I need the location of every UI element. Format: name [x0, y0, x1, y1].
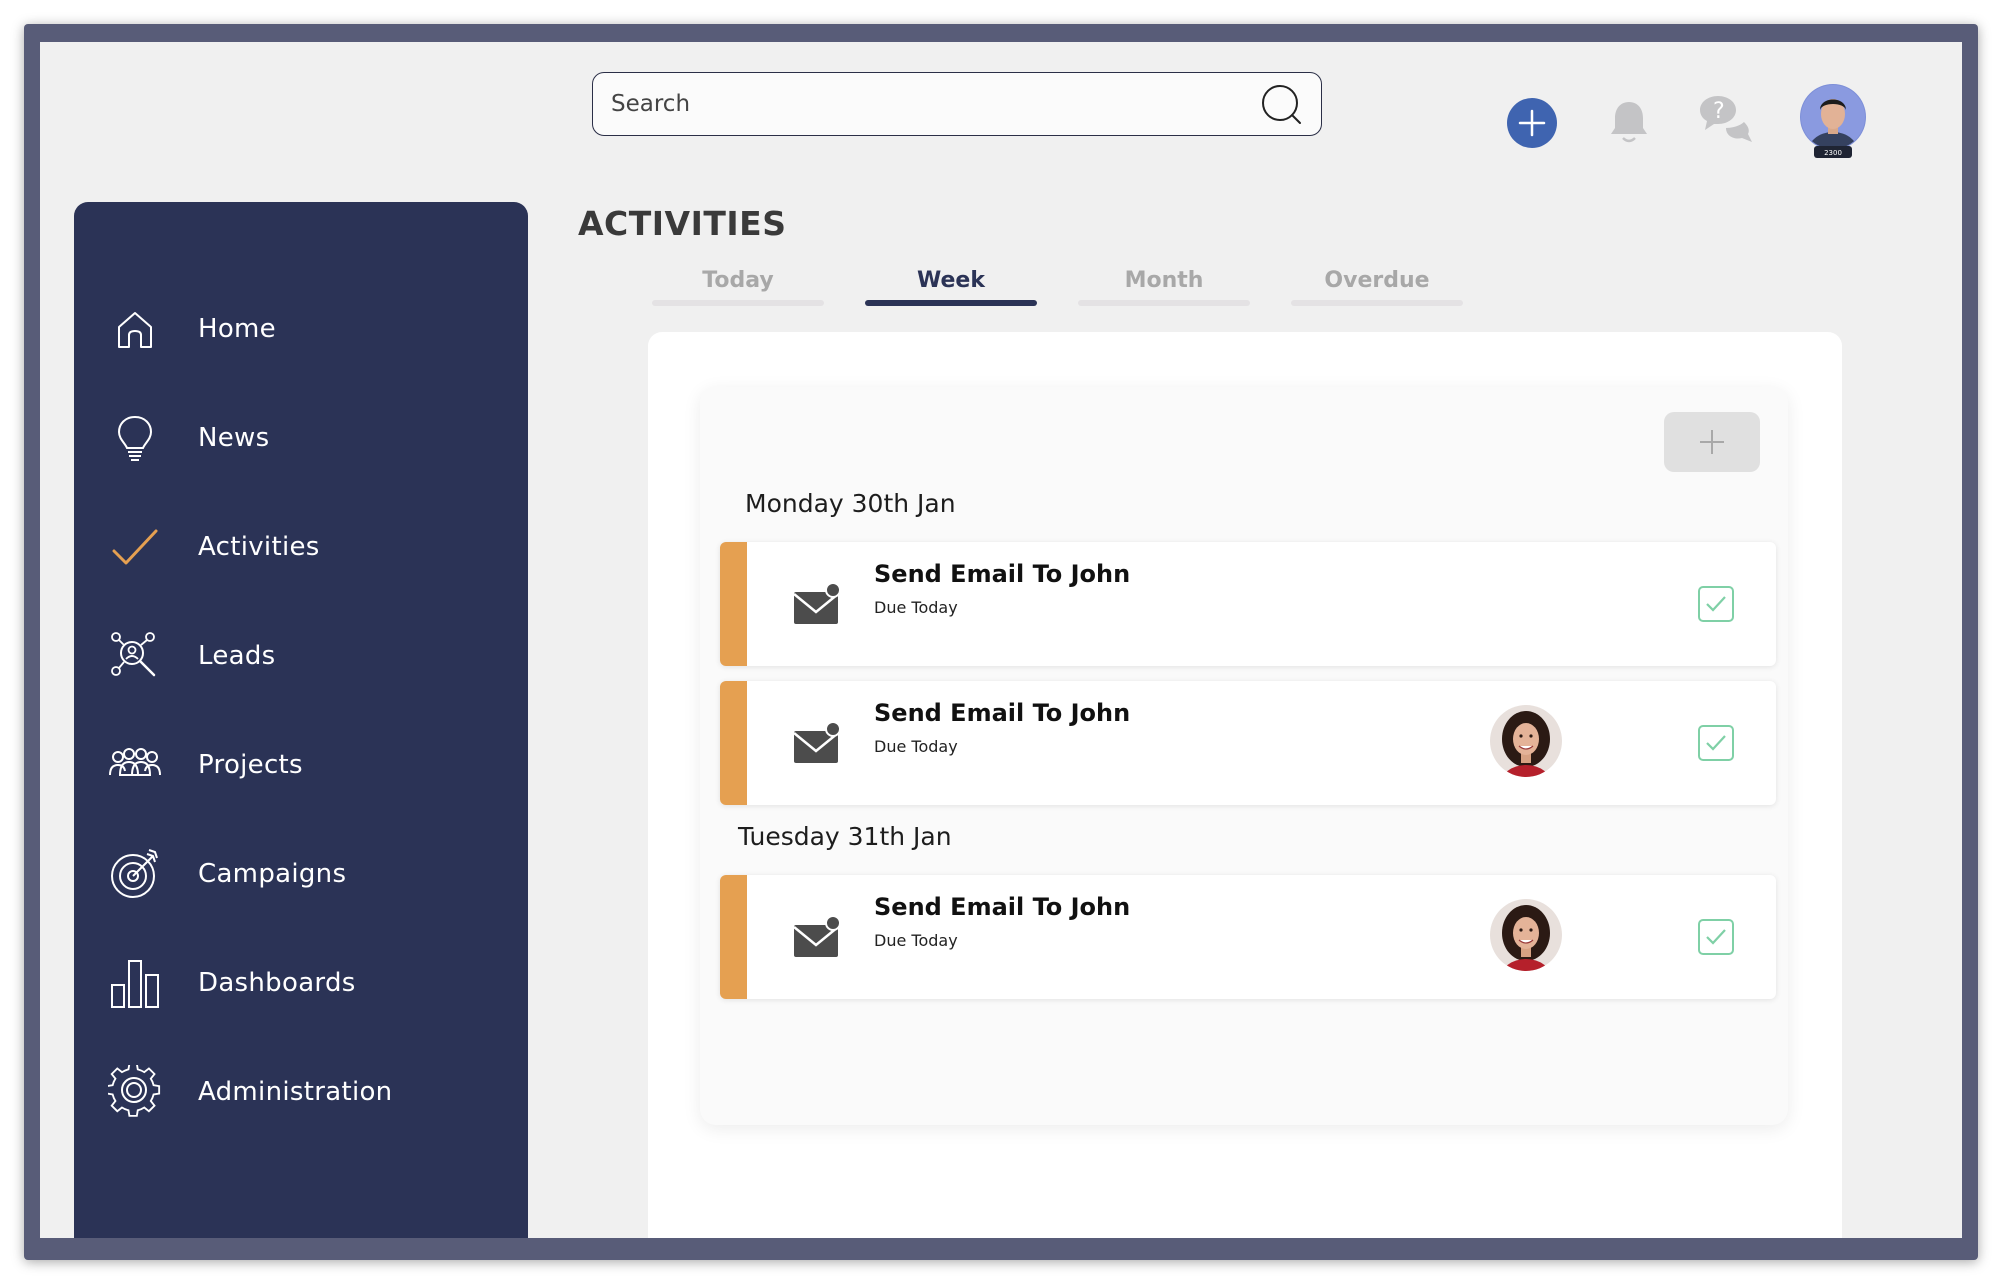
sidebar-item-label: Home — [198, 314, 276, 344]
add-button[interactable] — [1507, 98, 1557, 148]
tab-overdue[interactable]: Overdue — [1291, 264, 1463, 306]
plus-icon — [1518, 109, 1546, 137]
sidebar-item-label: Campaigns — [198, 859, 347, 889]
sidebar-item-label: News — [198, 423, 270, 453]
notifications-button[interactable] — [1604, 98, 1654, 148]
help-button[interactable]: ? — [1696, 90, 1756, 150]
gear-icon — [108, 1065, 162, 1119]
tab-month[interactable]: Month — [1078, 264, 1250, 306]
email-icon — [793, 582, 841, 624]
complete-checkbox[interactable] — [1698, 919, 1734, 955]
sidebar-item-home[interactable]: Home — [74, 294, 528, 364]
help-chat-icon: ? — [1700, 96, 1752, 142]
priority-accent — [720, 681, 747, 805]
sidebar-item-administration[interactable]: Administration — [74, 1057, 528, 1127]
search-bar[interactable] — [592, 72, 1322, 136]
home-icon — [108, 302, 162, 356]
check-icon — [1706, 596, 1726, 612]
bell-icon — [1611, 102, 1647, 143]
activity-row[interactable]: Send Email To John Due Today — [720, 542, 1776, 666]
plus-icon — [1700, 430, 1724, 454]
sidebar-item-label: Leads — [198, 641, 276, 671]
svg-text:?: ? — [1713, 99, 1725, 124]
activity-title: Send Email To John — [874, 560, 1131, 588]
priority-accent — [720, 542, 747, 666]
sidebar-item-label: Administration — [198, 1077, 393, 1107]
activity-due: Due Today — [874, 598, 958, 617]
search-icon[interactable] — [1259, 82, 1303, 126]
sidebar-item-label: Activities — [198, 532, 320, 562]
sidebar-item-leads[interactable]: Leads — [74, 621, 528, 691]
tab-underline — [865, 300, 1037, 306]
leads-network-icon — [108, 629, 162, 683]
check-icon — [1706, 735, 1726, 751]
user-badge: 2300 — [1824, 149, 1842, 157]
bar-chart-icon — [108, 956, 162, 1010]
assignee-avatar[interactable] — [1490, 705, 1562, 777]
day-heading: Monday 30th Jan — [745, 489, 956, 518]
assignee-avatar[interactable] — [1490, 899, 1562, 971]
activity-title: Send Email To John — [874, 893, 1131, 921]
sidebar-item-campaigns[interactable]: Campaigns — [74, 839, 528, 909]
sidebar-item-dashboards[interactable]: Dashboards — [74, 948, 528, 1018]
add-activity-button[interactable] — [1664, 412, 1760, 472]
email-icon — [793, 915, 841, 957]
tab-underline — [1291, 300, 1463, 306]
tab-underline — [1078, 300, 1250, 306]
complete-checkbox[interactable] — [1698, 586, 1734, 622]
sidebar-item-label: Dashboards — [198, 968, 356, 998]
app-window: ? 2300 Home — [40, 42, 1962, 1238]
activity-row[interactable]: Send Email To John Due Today — [720, 875, 1776, 999]
tab-underline — [652, 300, 824, 306]
activity-row[interactable]: Send Email To John Due Today — [720, 681, 1776, 805]
tab-label: Month — [1124, 268, 1204, 293]
sidebar: Home News Activities Leads Projects Camp… — [74, 202, 528, 1238]
email-icon — [793, 721, 841, 763]
tab-label: Overdue — [1324, 268, 1430, 293]
checkmark-icon — [108, 520, 162, 574]
user-avatar[interactable]: 2300 — [1798, 84, 1868, 158]
activity-due: Due Today — [874, 737, 958, 756]
priority-accent — [720, 875, 747, 999]
people-group-icon — [108, 738, 162, 792]
sidebar-item-projects[interactable]: Projects — [74, 730, 528, 800]
tab-week[interactable]: Week — [865, 264, 1037, 306]
tab-label: Today — [702, 268, 774, 293]
activity-due: Due Today — [874, 931, 958, 950]
sidebar-item-label: Projects — [198, 750, 303, 780]
lightbulb-icon — [108, 411, 162, 465]
page-title: ACTIVITIES — [578, 204, 787, 243]
activity-title: Send Email To John — [874, 699, 1131, 727]
complete-checkbox[interactable] — [1698, 725, 1734, 761]
search-input[interactable] — [611, 91, 1259, 117]
day-heading: Tuesday 31th Jan — [738, 822, 952, 851]
tab-label: Week — [917, 268, 985, 293]
target-icon — [108, 847, 162, 901]
check-icon — [1706, 929, 1726, 945]
sidebar-item-activities[interactable]: Activities — [74, 512, 528, 582]
sidebar-item-news[interactable]: News — [74, 403, 528, 473]
tab-today[interactable]: Today — [652, 264, 824, 306]
